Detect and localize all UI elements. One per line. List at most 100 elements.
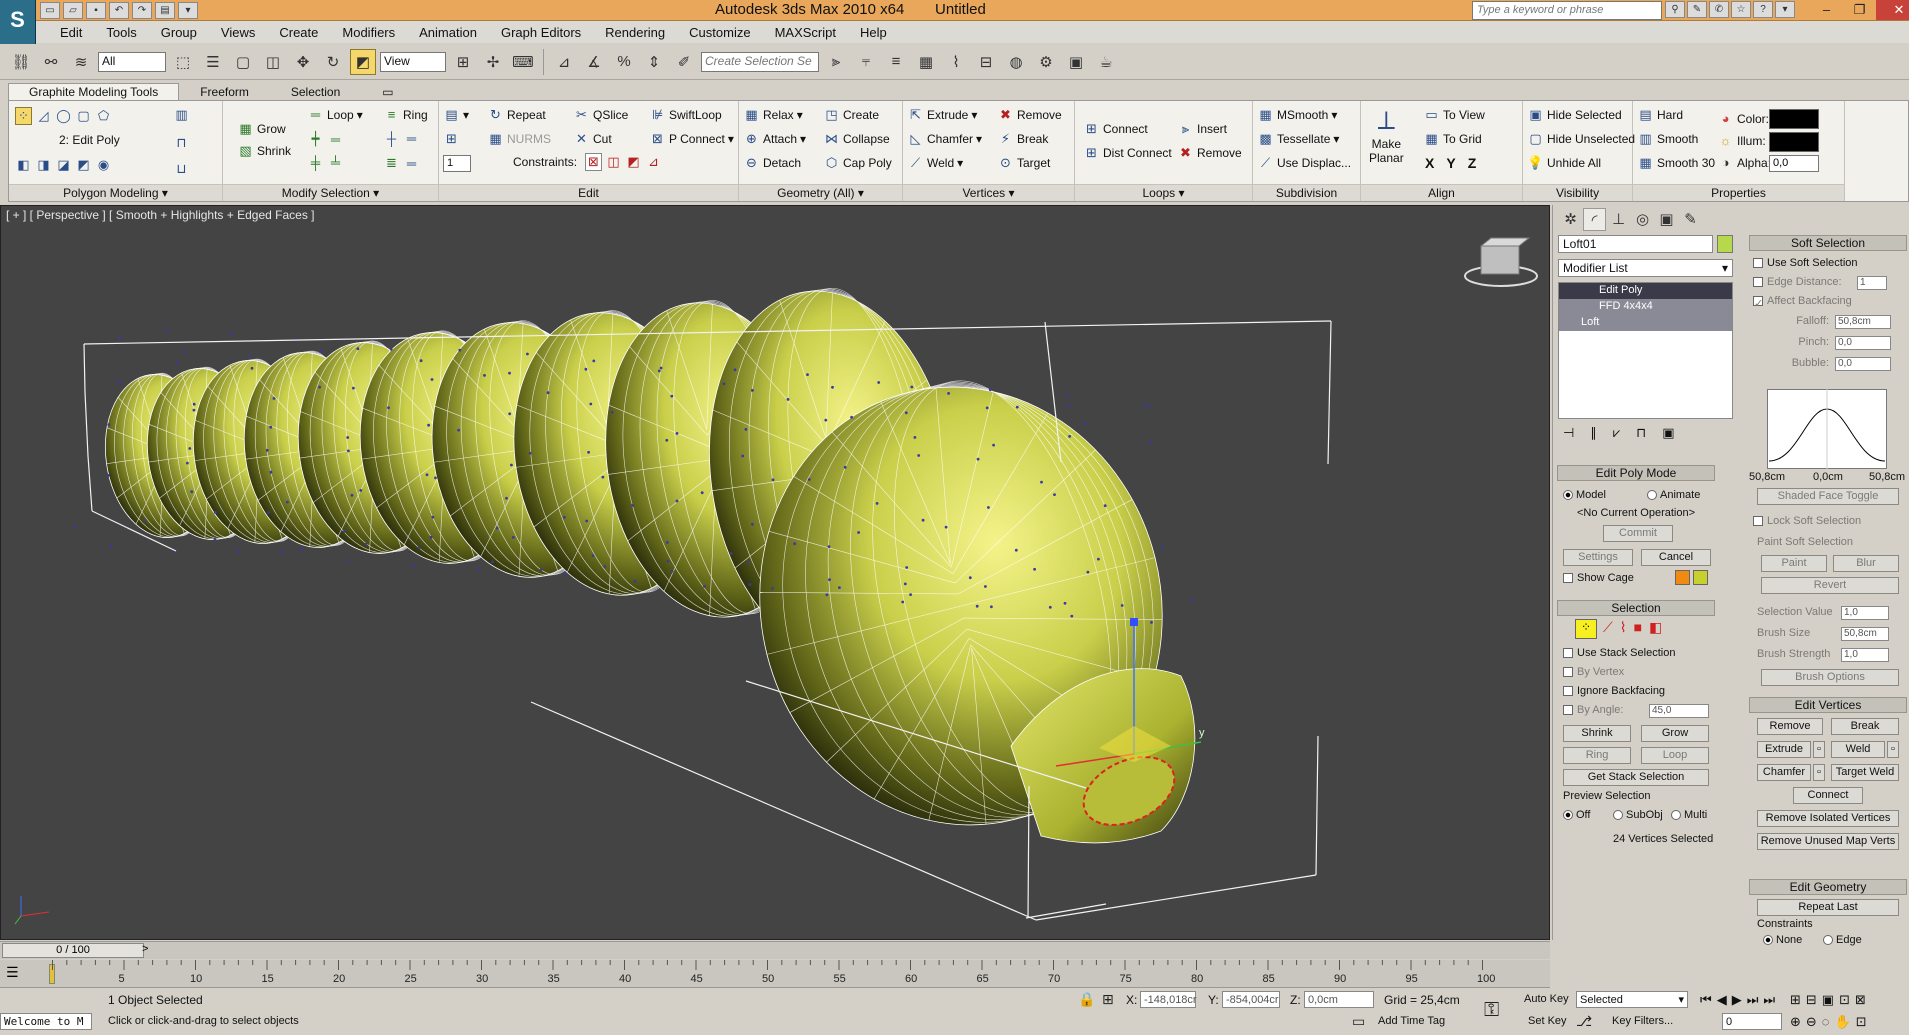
- new-file-icon[interactable]: ▭: [40, 2, 60, 19]
- mesh-vertex[interactable]: [729, 552, 733, 555]
- maximize-icon[interactable]: ❐: [1843, 0, 1876, 20]
- close-icon[interactable]: ✕: [1876, 0, 1909, 20]
- mesh-vertex[interactable]: [610, 410, 614, 414]
- mesh-vertex[interactable]: [265, 448, 269, 452]
- mesh-vertex[interactable]: [495, 526, 499, 530]
- open-file-icon[interactable]: ▱: [63, 2, 83, 19]
- hard-button[interactable]: ▤ Hard: [1637, 107, 1683, 123]
- modifier-list-dropdown[interactable]: Modifier List ▾: [1558, 259, 1733, 277]
- ev-weld-button[interactable]: Weld: [1831, 741, 1885, 758]
- mesh-vertex[interactable]: [703, 585, 706, 588]
- mesh-vertex[interactable]: [1053, 493, 1056, 496]
- material-editor-icon[interactable]: ◍: [1003, 49, 1029, 75]
- panel-title[interactable]: Edit: [439, 184, 738, 201]
- menu-customize[interactable]: Customize: [677, 25, 762, 40]
- ev-chamfer-settings-icon[interactable]: ▫: [1813, 764, 1825, 781]
- mesh-vertex[interactable]: [786, 398, 790, 401]
- edge-distance-checkbox[interactable]: Edge Distance:: [1753, 276, 1842, 288]
- polygon-mode-icon[interactable]: ▢: [75, 108, 92, 124]
- constraint-normal-icon[interactable]: ⊿: [645, 154, 662, 170]
- select-and-link-icon[interactable]: ⛓: [8, 49, 34, 75]
- menu-create[interactable]: Create: [267, 25, 330, 40]
- set-key-button[interactable]: Set Key: [1528, 1015, 1567, 1027]
- rendered-frame-icon[interactable]: ▣: [1063, 49, 1089, 75]
- dist-connect-button[interactable]: ⊞ Dist Connect: [1083, 145, 1172, 161]
- mesh-vertex[interactable]: [429, 535, 433, 539]
- mesh-vertex[interactable]: [670, 394, 674, 398]
- detach-button[interactable]: ⊖ Detach: [743, 155, 801, 171]
- edge-mode-icon[interactable]: ◿: [35, 108, 52, 124]
- mesh-vertex[interactable]: [491, 560, 494, 564]
- mesh-vertex[interactable]: [347, 449, 350, 453]
- mesh-vertex[interactable]: [722, 382, 726, 386]
- blur-button[interactable]: Blur: [1833, 555, 1899, 572]
- mesh-vertex[interactable]: [427, 423, 430, 427]
- mesh-vertex[interactable]: [318, 385, 321, 389]
- mesh-vertex[interactable]: [280, 549, 284, 553]
- rollout-selection[interactable]: Selection: [1557, 600, 1715, 616]
- mesh-vertex[interactable]: [807, 478, 811, 481]
- animate-radio[interactable]: Animate: [1647, 489, 1700, 501]
- mesh-vertex[interactable]: [184, 350, 187, 354]
- loops-insert-button[interactable]: ⫸ Insert: [1177, 121, 1227, 137]
- swiftloop-button[interactable]: ⊯ SwiftLoop: [649, 107, 722, 123]
- mesh-vertex[interactable]: [585, 519, 589, 523]
- mesh-vertex[interactable]: [250, 366, 254, 370]
- mesh-vertex[interactable]: [526, 352, 529, 356]
- mesh-vertex[interactable]: [1014, 548, 1018, 552]
- menu-edit[interactable]: Edit: [48, 25, 94, 40]
- stack-tool-icons[interactable]: ⊣∥⩗⊓▣: [1563, 425, 1691, 441]
- mesh-vertex[interactable]: [1048, 605, 1052, 609]
- schematic-view-icon[interactable]: ⊟: [973, 49, 999, 75]
- mesh-vertex[interactable]: [364, 542, 368, 546]
- add-time-tag-button[interactable]: Add Time Tag: [1378, 1015, 1445, 1027]
- loops-connect-button[interactable]: ⊞ Connect: [1083, 121, 1148, 137]
- mesh-vertex[interactable]: [356, 347, 360, 351]
- panel-title[interactable]: Subdivision: [1253, 184, 1360, 201]
- revert-button[interactable]: Revert: [1761, 577, 1899, 594]
- mesh-vertex[interactable]: [510, 463, 513, 467]
- undo-icon[interactable]: ↶: [109, 2, 129, 19]
- mesh-vertex[interactable]: [190, 490, 194, 494]
- time-slider-next-icon[interactable]: >: [142, 943, 148, 955]
- rollout-edit-poly-mode[interactable]: Edit Poly Mode: [1557, 465, 1715, 481]
- mesh-vertex[interactable]: [213, 537, 217, 541]
- to-view-button[interactable]: ▭ To View: [1423, 107, 1484, 123]
- mesh-vertex[interactable]: [905, 566, 909, 569]
- preview-off-radio[interactable]: Off: [1563, 809, 1590, 821]
- repeat-button[interactable]: ↻ Repeat: [487, 107, 546, 123]
- mesh-vertex[interactable]: [192, 402, 196, 406]
- mesh-vertex[interactable]: [771, 478, 775, 482]
- cut-button[interactable]: ✕ Cut: [573, 131, 612, 147]
- keyboard-shortcut-icon[interactable]: ⌨: [510, 49, 536, 75]
- hide-selected-button[interactable]: ▣ Hide Selected: [1527, 107, 1621, 123]
- y-coordinate-field[interactable]: -854,004cr: [1222, 991, 1280, 1008]
- mesh-vertex[interactable]: [286, 500, 289, 504]
- viewport-canvas[interactable]: y: [1, 206, 1549, 939]
- cap-poly-button[interactable]: ⬡ Cap Poly: [823, 155, 892, 171]
- move-icon[interactable]: ✥: [290, 49, 316, 75]
- preview-subobj-radio[interactable]: SubObj: [1613, 809, 1663, 821]
- mesh-vertex[interactable]: [188, 447, 192, 450]
- mesh-vertex[interactable]: [875, 502, 879, 505]
- track-bar[interactable]: ☰ 5 10 15 20 25 30 35 40 45 50 55 60 65 70 75 80 85 90 95 1…: [0, 960, 1550, 988]
- render-production-icon[interactable]: ☕: [1093, 49, 1119, 75]
- scale-icon[interactable]: ◩: [350, 48, 376, 75]
- mesh-vertex[interactable]: [1148, 404, 1151, 408]
- mesh-vertex[interactable]: [1015, 405, 1019, 409]
- spinner-snap-icon[interactable]: ⇕: [641, 49, 667, 75]
- infocenter-search-input[interactable]: Type a keyword or phrase: [1472, 1, 1662, 20]
- mesh-vertex[interactable]: [771, 587, 774, 590]
- reference-coordinate-dropdown[interactable]: View: [380, 51, 446, 72]
- alpha-spinner[interactable]: 0,0: [1769, 155, 1819, 172]
- ring-shift-tools[interactable]: ≣ ═: [383, 155, 420, 171]
- mesh-vertex[interactable]: [458, 348, 462, 352]
- unlink-icon[interactable]: ⚯: [38, 49, 64, 75]
- rollout-soft-selection[interactable]: Soft Selection: [1749, 235, 1907, 251]
- mesh-vertex[interactable]: [508, 412, 512, 416]
- mesh-vertex[interactable]: [666, 541, 669, 544]
- selection-filter-dropdown[interactable]: All: [98, 51, 166, 72]
- mesh-vertex[interactable]: [631, 504, 635, 507]
- ring-button[interactable]: ≡ Ring: [383, 107, 428, 122]
- lock-soft-selection-checkbox[interactable]: Lock Soft Selection: [1753, 515, 1861, 527]
